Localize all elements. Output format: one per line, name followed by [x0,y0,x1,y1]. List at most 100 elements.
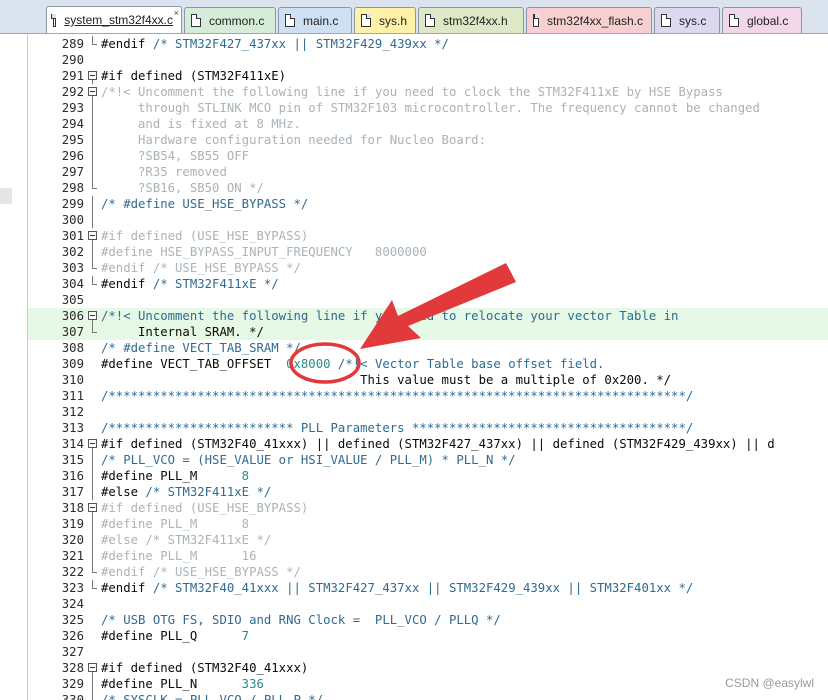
code-line[interactable]: 322 #endif /* USE_HSE_BYPASS */ [28,564,828,580]
tab-common-c[interactable]: common.c [184,7,276,33]
fold-marker [87,324,98,340]
line-number: 296 [61,149,84,163]
tab-label: system_stm32f4xx.c [64,13,173,27]
code-line[interactable]: 309 #define VECT_TAB_OFFSET 0x8000 /*!< V… [28,356,828,372]
code-line[interactable]: 304 #endif /* STM32F411xE */ [28,276,828,292]
code-text: #endif /* STM32F40_41xxx || STM32F427_43… [101,581,694,595]
code-line[interactable]: 299 /* #define USE_HSE_BYPASS */ [28,196,828,212]
fold-marker [87,452,98,468]
code-line[interactable]: 324 [28,596,828,612]
fold-marker [87,420,98,436]
code-line[interactable]: 330 /* SYSCLK = PLL_VCO / PLL_P */ [28,692,828,700]
code-line[interactable]: 306 /*!< Uncomment the following line if … [28,308,828,324]
code-text: #define PLL_N 336 [101,677,264,691]
line-number: 298 [61,181,84,195]
tab-system-stm32f4xx-c[interactable]: system_stm32f4xx.c × [46,6,182,33]
code-text: #endif /* USE_HSE_BYPASS */ [101,565,301,579]
code-line[interactable]: 296 ?SB54, SB55 OFF [28,148,828,164]
code-text: #define VECT_TAB_OFFSET 0x8000 /*!< Vect… [101,357,605,371]
code-line[interactable]: 314 #if defined (STM32F40_41xxx) || defin… [28,436,828,452]
code-line[interactable]: 307 Internal SRAM. */ [28,324,828,340]
code-line[interactable]: 289 #endif /* STM32F427_437xx || STM32F42… [28,36,828,52]
fold-marker[interactable] [87,436,98,452]
code-line[interactable]: 311 /************************************… [28,388,828,404]
code-line[interactable]: 316 #define PLL_M 8 [28,468,828,484]
code-line[interactable]: 297 ?R35 removed [28,164,828,180]
code-line[interactable]: 321 #define PLL_M 16 [28,548,828,564]
fold-marker [87,388,98,404]
code-line[interactable]: 327 [28,644,828,660]
code-text: This value must be a multiple of 0x200. … [101,373,672,387]
line-number: 305 [61,293,84,307]
code-line[interactable]: 310 This value must be a multiple of 0x2… [28,372,828,388]
line-number: 300 [61,213,84,227]
code-line[interactable]: 320 #else /* STM32F411xE */ [28,532,828,548]
line-number: 291 [61,69,84,83]
fold-toggle-icon[interactable] [88,231,97,240]
fold-toggle-icon[interactable] [88,71,97,80]
fold-toggle-icon[interactable] [88,311,97,320]
fold-marker [87,564,98,580]
tab-main-c[interactable]: main.c [278,7,352,33]
tab-sys-h[interactable]: sys.h [354,7,416,33]
line-number: 310 [61,373,84,387]
code-line[interactable]: 300 [28,212,828,228]
code-line[interactable]: 301 #if defined (USE_HSE_BYPASS) [28,228,828,244]
fold-marker[interactable] [87,84,98,100]
code-line[interactable]: 290 [28,52,828,68]
tab-stm32f4xx-flash-c[interactable]: stm32f4xx_flash.c [526,7,652,33]
code-line[interactable]: 328 #if defined (STM32F40_41xxx) [28,660,828,676]
code-line[interactable]: 318 #if defined (USE_HSE_BYPASS) [28,500,828,516]
fold-toggle-icon[interactable] [88,503,97,512]
fold-marker [87,404,98,420]
tab-stm32f4xx-h[interactable]: stm32f4xx.h [418,7,524,33]
code-line[interactable]: 302 #define HSE_BYPASS_INPUT_FREQUENCY 80… [28,244,828,260]
code-line[interactable]: 315 /* PLL_VCO = (HSE_VALUE or HSI_VALUE … [28,452,828,468]
close-icon[interactable]: × [174,9,179,18]
fold-marker [87,36,98,52]
code-line[interactable]: 317 #else /* STM32F411xE */ [28,484,828,500]
fold-marker [87,116,98,132]
code-line[interactable]: 319 #define PLL_M 8 [28,516,828,532]
code-line[interactable]: 293 through STLINK MCO pin of STM32F103 … [28,100,828,116]
fold-marker [87,212,98,228]
fold-marker [87,676,98,692]
tab-label: main.c [303,13,339,28]
code-line[interactable]: 323 #endif /* STM32F40_41xxx || STM32F427… [28,580,828,596]
tab-sys-c[interactable]: sys.c [654,7,720,33]
tab-global-c[interactable]: global.c [722,7,802,33]
code-editor[interactable]: 289 #endif /* STM32F427_437xx || STM32F42… [28,34,828,700]
code-line[interactable]: 298 ?SB16, SB50 ON */ [28,180,828,196]
fold-toggle-icon[interactable] [88,439,97,448]
code-line[interactable]: 325 /* USB OTG FS, SDIO and RNG Clock = P… [28,612,828,628]
code-line[interactable]: 294 and is fixed at 8 MHz. [28,116,828,132]
tab-label: sys.c [679,13,707,28]
code-text: #if defined (STM32F40_41xxx) || defined … [101,437,775,451]
code-text: and is fixed at 8 MHz. [101,117,301,131]
fold-marker [87,100,98,116]
fold-marker[interactable] [87,228,98,244]
fold-marker [87,532,98,548]
fold-marker[interactable] [87,68,98,84]
fold-marker [87,276,98,292]
code-line[interactable]: 312 [28,404,828,420]
code-line[interactable]: 313 /************************* PLL Parame… [28,420,828,436]
line-number: 327 [61,645,84,659]
code-line[interactable]: 303 #endif /* USE_HSE_BYPASS */ [28,260,828,276]
code-line[interactable]: 291 #if defined (STM32F411xE) [28,68,828,84]
fold-marker[interactable] [87,308,98,324]
code-line[interactable]: 329 #define PLL_N 336 [28,676,828,692]
file-icon [729,14,739,27]
code-line[interactable]: 295 Hardware configuration needed for Nu… [28,132,828,148]
code-line[interactable]: 305 [28,292,828,308]
code-line[interactable]: 326 #define PLL_Q 7 [28,628,828,644]
fold-marker[interactable] [87,660,98,676]
fold-marker[interactable] [87,500,98,516]
code-line[interactable]: 308 /* #define VECT_TAB_SRAM */ [28,340,828,356]
code-line[interactable]: 292 /*!< Uncomment the following line if … [28,84,828,100]
fold-marker [87,196,98,212]
fold-toggle-icon[interactable] [88,663,97,672]
line-number: 316 [61,469,84,483]
fold-toggle-icon[interactable] [88,87,97,96]
code-text: #define HSE_BYPASS_INPUT_FREQUENCY 80000… [101,245,427,259]
